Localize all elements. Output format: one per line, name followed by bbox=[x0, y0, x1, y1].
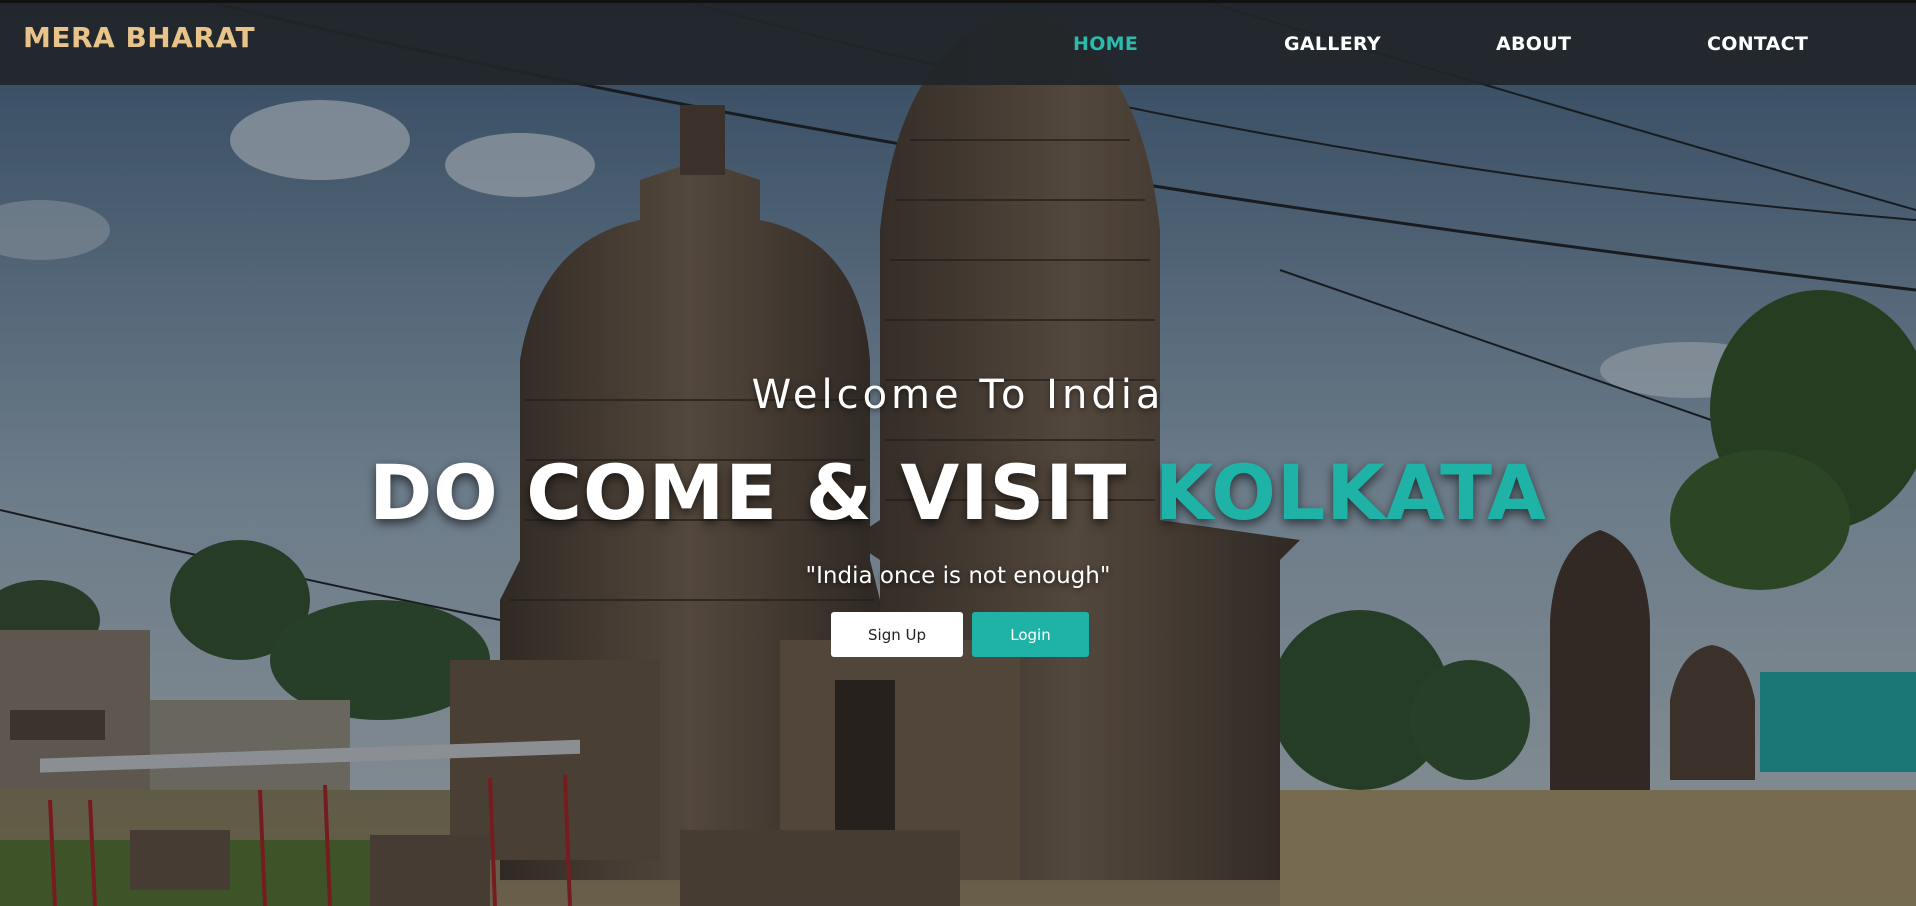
hero-tagline: "India once is not enough" bbox=[805, 563, 1111, 589]
signup-button[interactable]: Sign Up bbox=[831, 612, 963, 657]
nav-contact-link[interactable]: CONTACT bbox=[1707, 33, 1808, 55]
headline-accent-text: KOLKATA bbox=[1154, 448, 1547, 537]
login-button[interactable]: Login bbox=[972, 612, 1089, 657]
nav-gallery-link[interactable]: GALLERY bbox=[1284, 33, 1381, 55]
brand-logo[interactable]: MERA BHARAT bbox=[23, 21, 255, 54]
nav-home-link[interactable]: HOME bbox=[1073, 33, 1138, 55]
welcome-heading: Welcome To India bbox=[751, 372, 1165, 418]
top-navbar: MERA BHARAT HOME GALLERY ABOUT CONTACT bbox=[0, 0, 1916, 85]
hero-headline: DO COME & VISIT KOLKATA bbox=[0, 448, 1916, 537]
headline-main-text: DO COME & VISIT bbox=[369, 448, 1128, 537]
nav-about-link[interactable]: ABOUT bbox=[1496, 33, 1571, 55]
